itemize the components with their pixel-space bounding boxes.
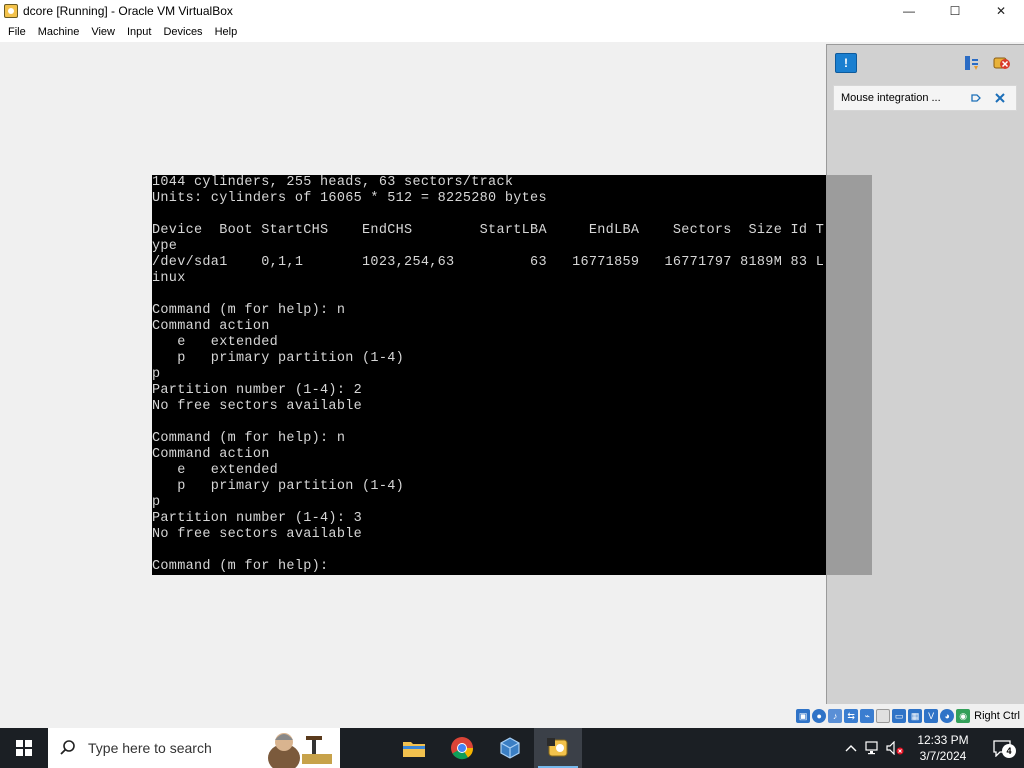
mouse-icon[interactable]: ◕	[940, 709, 955, 723]
menu-help[interactable]: Help	[209, 22, 244, 42]
close-button[interactable]: ✕	[978, 0, 1024, 22]
console-line: No free sectors available	[152, 399, 363, 414]
arrange-icon[interactable]	[963, 54, 981, 72]
menu-devices[interactable]: Devices	[157, 22, 208, 42]
dismiss-icon[interactable]	[992, 90, 1008, 106]
host-key-label: Right Ctrl	[974, 710, 1020, 722]
guest-console[interactable]: 1044 cylinders, 255 heads, 63 sectors/tr…	[152, 175, 872, 575]
optical-drive-icon[interactable]: ●	[812, 709, 827, 723]
search-highlight-illustration-icon	[268, 733, 332, 768]
virtualbox-app-icon	[3, 3, 19, 19]
console-line: Partition number (1-4): 2	[152, 383, 363, 398]
title-bar: dcore [Running] - Oracle VM VirtualBox —…	[0, 0, 1024, 22]
action-center-button[interactable]: 4	[980, 728, 1024, 768]
network-icon[interactable]: ⇆	[844, 709, 859, 723]
console-line: Partition number (1-4): 3	[152, 511, 363, 526]
display-icon[interactable]: ▭	[892, 709, 907, 723]
console-line: e extended	[152, 335, 279, 350]
menu-file[interactable]: File	[2, 22, 32, 42]
close-all-icon[interactable]	[993, 54, 1011, 72]
console-line: /dev/sda1 0,1,1 1023,254,63 63 16771859 …	[152, 255, 825, 270]
network-status-icon[interactable]	[862, 728, 884, 768]
taskbar: Type here to search 12:33 PM 3/7/2024 4	[0, 728, 1024, 768]
search-icon	[48, 739, 88, 757]
console-line: Command (m for help):	[152, 559, 329, 574]
usb-icon[interactable]: ⌁	[860, 709, 875, 723]
mouse-integration-message[interactable]: Mouse integration ...	[833, 85, 1017, 111]
message-text: Mouse integration ...	[841, 92, 941, 104]
chrome-icon[interactable]	[438, 728, 486, 768]
start-button[interactable]	[0, 728, 48, 768]
menu-machine[interactable]: Machine	[32, 22, 86, 42]
volume-muted-icon[interactable]	[884, 728, 906, 768]
console-line: e extended	[152, 463, 279, 478]
console-line: 1044 cylinders, 255 heads, 63 sectors/tr…	[152, 175, 514, 190]
console-line: p	[152, 367, 161, 382]
cpu-icon[interactable]: V	[924, 709, 939, 723]
console-line: Device Boot StartCHS EndCHS StartLBA End…	[152, 223, 825, 238]
console-line: p primary partition (1-4)	[152, 351, 405, 366]
menu-bar: File Machine View Input Devices Help	[0, 22, 1024, 42]
shared-folders-icon[interactable]	[876, 709, 891, 723]
console-line: ype	[152, 239, 178, 254]
vm-window-icon[interactable]	[534, 728, 582, 768]
notification-count-badge: 4	[1002, 744, 1016, 758]
console-line: No free sectors available	[152, 527, 363, 542]
keyboard-icon[interactable]: ◉	[956, 709, 971, 723]
vm-status-bar: ▣ ● ♪ ⇆ ⌁ ▭ ▦ V ◕ ◉ Right Ctrl	[0, 706, 1024, 728]
taskbar-search[interactable]: Type here to search	[48, 728, 340, 768]
recording-icon[interactable]: ▦	[908, 709, 923, 723]
maximize-button[interactable]: ☐	[932, 0, 978, 22]
audio-icon[interactable]: ♪	[828, 709, 843, 723]
console-line: Units: cylinders of 16065 * 512 = 822528…	[152, 191, 547, 206]
console-line: Command action	[152, 319, 270, 334]
pin-icon[interactable]	[968, 90, 984, 106]
hard-disk-icon[interactable]: ▣	[796, 709, 811, 723]
windows-logo-icon	[16, 740, 32, 756]
menu-view[interactable]: View	[85, 22, 121, 42]
show-hidden-icons-icon[interactable]	[840, 728, 862, 768]
clock-date: 3/7/2024	[919, 749, 967, 763]
file-explorer-icon[interactable]	[390, 728, 438, 768]
menu-input[interactable]: Input	[121, 22, 157, 42]
clock-time: 12:33 PM	[917, 733, 969, 747]
virtualbox-icon[interactable]	[486, 728, 534, 768]
console-line: Command action	[152, 447, 270, 462]
console-line: p	[152, 495, 161, 510]
console-line: inux	[152, 271, 186, 286]
notification-center-icon[interactable]: !	[835, 53, 857, 73]
console-line: Command (m for help): n	[152, 431, 346, 446]
window-title: dcore [Running] - Oracle VM VirtualBox	[23, 4, 233, 18]
system-clock[interactable]: 12:33 PM 3/7/2024	[906, 728, 980, 768]
minimize-button[interactable]: —	[886, 0, 932, 22]
console-line: p primary partition (1-4)	[152, 479, 405, 494]
console-line: Command (m for help): n	[152, 303, 346, 318]
notification-center-pane: ! Mouse integration ...	[826, 44, 1024, 704]
search-placeholder: Type here to search	[88, 740, 212, 756]
